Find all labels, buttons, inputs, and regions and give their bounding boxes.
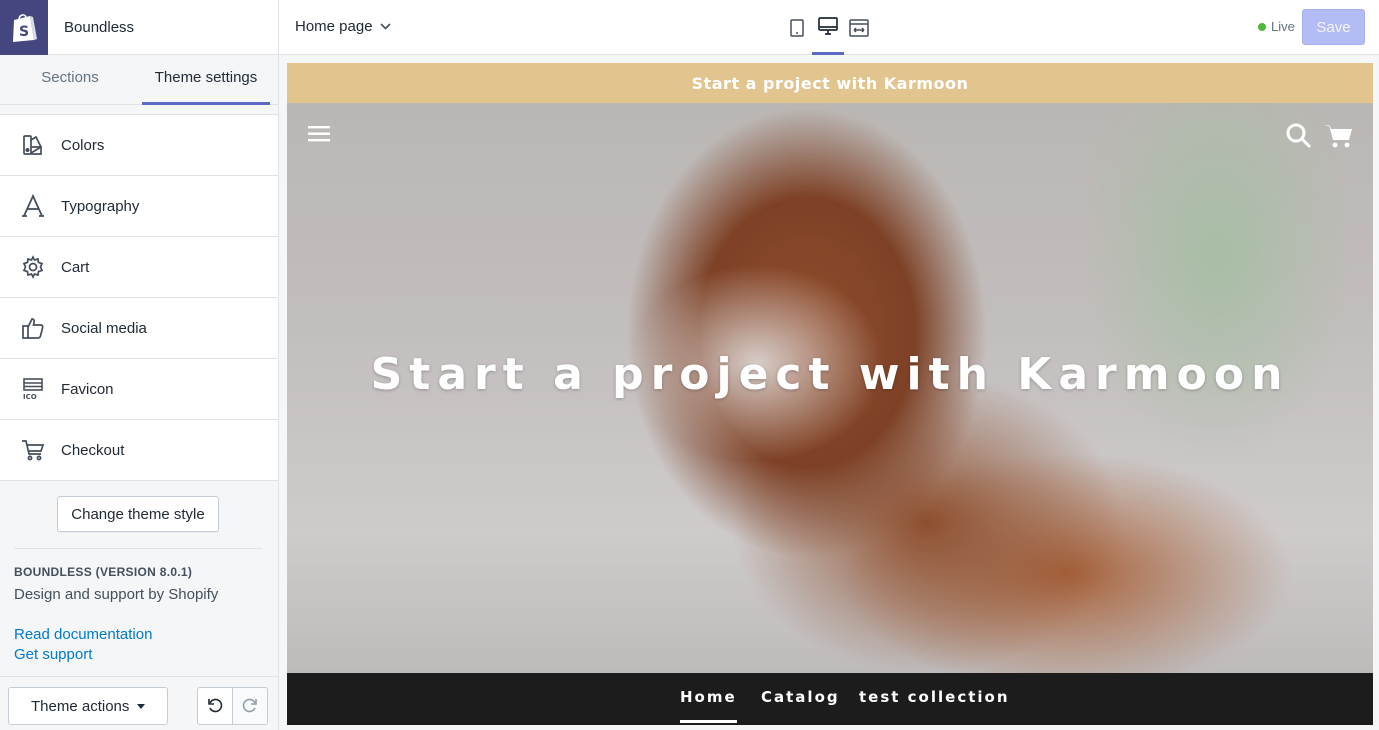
tab-theme-settings[interactable]: Theme settings [142, 55, 270, 105]
nav-catalog[interactable]: Catalog [761, 673, 840, 725]
cart-icon [21, 438, 45, 462]
sidebar: S Boundless Sections Theme settings Colo… [0, 0, 279, 730]
redo-button[interactable] [232, 687, 268, 725]
setting-label: Social media [61, 319, 147, 337]
desktop-view-button[interactable] [812, 0, 844, 55]
setting-label: Favicon [61, 380, 114, 398]
gear-icon [21, 255, 45, 279]
desktop-icon [818, 17, 838, 35]
typography-icon [21, 193, 45, 218]
undo-button[interactable] [197, 687, 233, 725]
setting-colors[interactable]: Colors [0, 115, 278, 176]
sidebar-footer: Theme actions [0, 676, 278, 730]
setting-social-media[interactable]: Social media [0, 298, 278, 359]
live-dot-icon [1258, 22, 1266, 31]
theme-editor: S Boundless Sections Theme settings Colo… [0, 0, 1379, 730]
live-label: Live [1271, 19, 1295, 34]
setting-label: Cart [61, 258, 90, 276]
theme-actions-button[interactable]: Theme actions [8, 687, 168, 725]
undo-icon [206, 696, 224, 717]
cart-icon[interactable] [1324, 122, 1354, 150]
setting-favicon[interactable]: ICO Favicon [0, 359, 278, 420]
mobile-icon [790, 18, 804, 37]
hamburger-menu-icon[interactable] [307, 123, 333, 145]
setting-checkout[interactable]: Checkout [0, 420, 278, 481]
thumbs-up-icon [21, 316, 45, 340]
setting-typography[interactable]: Typography [0, 176, 278, 237]
nav-home[interactable]: Home [680, 673, 737, 723]
redo-icon [241, 696, 259, 717]
hero-heading: Start a project with Karmoon [370, 349, 1290, 400]
favicon-icon: ICO [21, 377, 45, 401]
fullscreen-icon [849, 18, 869, 37]
live-status: Live [1258, 19, 1295, 34]
colors-icon [21, 133, 45, 157]
read-documentation-link[interactable]: Read documentation [14, 626, 152, 643]
get-support-link[interactable]: Get support [14, 646, 92, 663]
caret-down-icon [137, 704, 145, 709]
svg-text:ICO: ICO [23, 393, 37, 401]
shopify-logo-icon[interactable]: S [0, 0, 48, 55]
fullscreen-view-button[interactable] [843, 0, 875, 55]
search-icon[interactable] [1285, 122, 1313, 150]
setting-label: Checkout [61, 441, 125, 459]
sidebar-header: S Boundless [0, 0, 278, 55]
hero-image: Start a project with Karmoon [287, 103, 1373, 673]
store-preview: Start a project with Karmoon Start a pro… [287, 63, 1373, 725]
theme-name: Boundless [64, 19, 135, 36]
theme-settings-list: Colors Typography Cart Social media ICO … [0, 114, 278, 481]
theme-version: BOUNDLESS (VERSION 8.0.1) [14, 565, 193, 579]
setting-label: Colors [61, 136, 105, 154]
chevron-down-icon [379, 23, 391, 30]
divider [14, 548, 262, 549]
nav-test-collection[interactable]: test collection [859, 673, 1010, 725]
store-navigation: Home Catalog test collection [287, 673, 1373, 725]
svg-text:S: S [19, 24, 29, 40]
page-selector[interactable]: Home page [295, 0, 391, 53]
mobile-view-button[interactable] [781, 0, 813, 55]
theme-actions-label: Theme actions [31, 697, 130, 715]
setting-label: Typography [61, 197, 140, 215]
page-selector-label: Home page [295, 18, 373, 35]
setting-cart[interactable]: Cart [0, 237, 278, 298]
top-bar: Home page Live Save [279, 0, 1379, 55]
tab-sections[interactable]: Sections [0, 55, 140, 105]
sidebar-tabs: Sections Theme settings [0, 55, 278, 105]
announcement-bar[interactable]: Start a project with Karmoon [287, 63, 1373, 103]
save-button[interactable]: Save [1302, 9, 1365, 45]
support-credit: Design and support by Shopify [14, 586, 219, 603]
change-theme-style-button[interactable]: Change theme style [57, 496, 219, 532]
